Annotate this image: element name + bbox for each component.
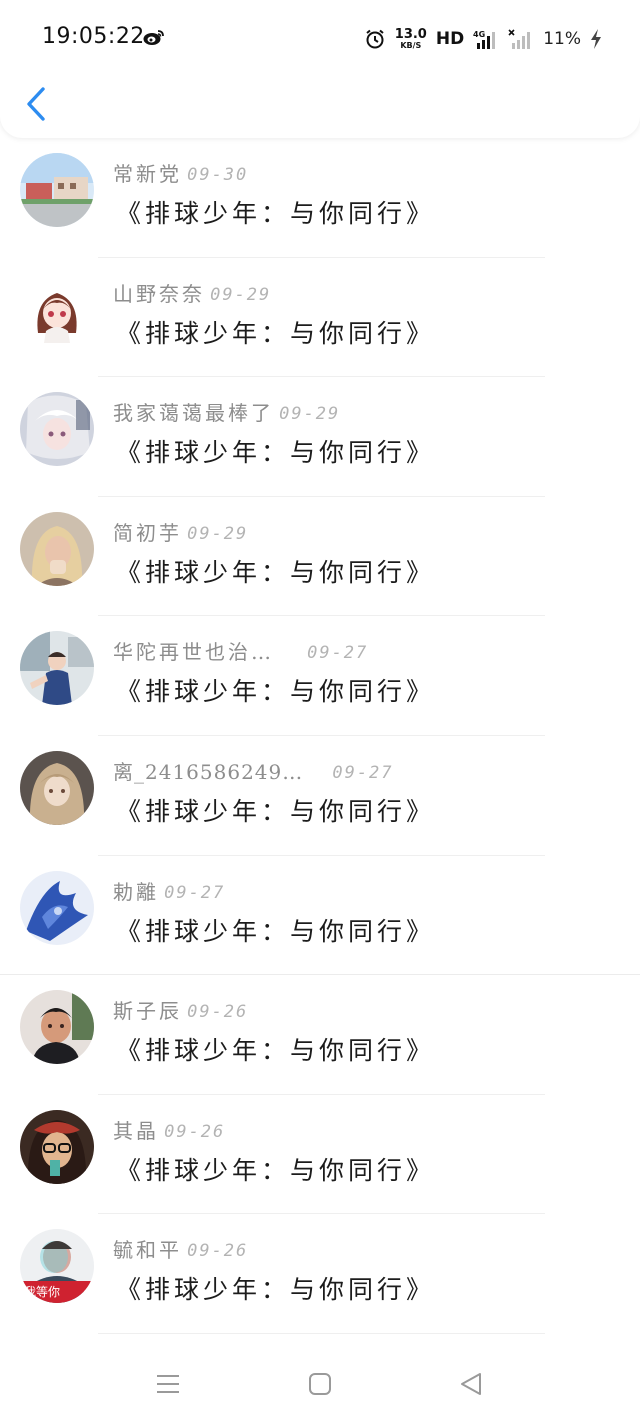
list-item[interactable]: 离_2416586249… 09-27 《排球少年：与你同行》 — [0, 736, 640, 856]
avatar[interactable] — [20, 153, 94, 227]
user-name[interactable]: 斯子辰 — [113, 995, 182, 1024]
avatar[interactable] — [20, 631, 94, 706]
item-meta: 简初芋 09-29 — [113, 517, 249, 546]
svg-text:4G: 4G — [473, 30, 485, 39]
menu-icon — [157, 1375, 179, 1393]
status-indicators: 13.0 KB/S HD 4G 11% — [364, 24, 602, 54]
home-button[interactable] — [304, 1368, 336, 1400]
item-title[interactable]: 《排球少年：与你同行》 — [116, 1270, 435, 1306]
back-button[interactable] — [18, 84, 54, 124]
item-meta: 我家蔼蔼最棒了 09-29 — [113, 397, 341, 426]
divider — [98, 1332, 545, 1334]
item-title[interactable]: 《排球少年：与你同行》 — [116, 792, 435, 828]
comment-list: 常新党 09-30 《排球少年：与你同行》 山野奈奈 09-29 《排球少年：与… — [0, 138, 640, 1334]
chevron-left-icon — [27, 87, 45, 121]
item-meta: 常新党 09-30 — [113, 158, 249, 187]
avatar[interactable] — [20, 1109, 94, 1184]
user-name[interactable]: 离_2416586249… — [113, 756, 303, 785]
signal-icon: 4G — [473, 28, 499, 50]
item-title[interactable]: 《排球少年：与你同行》 — [116, 1031, 435, 1067]
item-title[interactable]: 《排球少年：与你同行》 — [116, 672, 435, 708]
user-name[interactable]: 我家蔼蔼最棒了 — [113, 397, 274, 426]
post-date: 09-27 — [307, 643, 369, 664]
post-date: 09-27 — [332, 762, 394, 783]
item-title[interactable]: 《排球少年：与你同行》 — [116, 433, 435, 469]
hd-badge: HD — [435, 29, 465, 49]
weibo-icon — [143, 28, 165, 46]
alarm-icon — [364, 28, 386, 50]
avatar[interactable]: 我等你 — [20, 1229, 94, 1304]
post-date: 09-30 — [187, 165, 249, 185]
post-date: 09-27 — [164, 882, 226, 903]
net-speed-value: 13.0 — [394, 27, 427, 42]
item-meta: 华陀再世也治… 09-27 — [113, 636, 369, 665]
battery-level: 11% — [543, 29, 581, 49]
list-item[interactable]: 勅離 09-27 《排球少年：与你同行》 — [0, 856, 640, 976]
post-date: 09-29 — [187, 523, 249, 544]
avatar[interactable] — [20, 272, 94, 347]
avatar[interactable] — [20, 392, 94, 467]
menu-button[interactable] — [152, 1368, 184, 1400]
user-name[interactable]: 其晶 — [113, 1115, 159, 1144]
item-title[interactable]: 《排球少年：与你同行》 — [116, 553, 435, 589]
post-date: 09-29 — [210, 284, 272, 305]
item-title[interactable]: 《排球少年：与你同行》 — [116, 912, 435, 948]
net-speed-unit: KB/S — [400, 41, 422, 50]
post-date: 09-29 — [279, 404, 341, 425]
item-meta: 勅離 09-27 — [113, 876, 226, 905]
list-item[interactable]: 斯子辰 09-26 《排球少年：与你同行》 — [0, 975, 640, 1095]
home-square-icon — [309, 1373, 331, 1395]
user-name[interactable]: 毓和平 — [113, 1234, 182, 1263]
avatar-caption: 我等你 — [24, 1285, 61, 1300]
item-meta: 山野奈奈 09-29 — [113, 278, 272, 307]
avatar[interactable] — [20, 511, 94, 586]
list-item[interactable]: 简初芋 09-29 《排球少年：与你同行》 — [0, 497, 640, 617]
avatar[interactable] — [20, 990, 94, 1065]
user-name[interactable]: 华陀再世也治… — [113, 636, 274, 665]
user-name[interactable]: 常新党 — [113, 158, 182, 187]
item-meta: 毓和平 09-26 — [113, 1234, 249, 1263]
post-date: 09-26 — [164, 1121, 226, 1142]
avatar[interactable] — [20, 870, 94, 945]
system-back-button[interactable] — [455, 1368, 487, 1400]
item-title[interactable]: 《排球少年：与你同行》 — [116, 1151, 435, 1187]
user-name[interactable]: 勅離 — [113, 876, 159, 905]
item-meta: 其晶 09-26 — [113, 1115, 226, 1144]
top-header: 19:05:22 13.0 KB/S HD 4G 11% — [0, 0, 640, 138]
user-name[interactable]: 山野奈奈 — [113, 278, 205, 307]
list-item[interactable]: 我家蔼蔼最棒了 09-29 《排球少年：与你同行》 — [0, 377, 640, 497]
post-date: 09-26 — [187, 1241, 249, 1262]
user-name[interactable]: 简初芋 — [113, 517, 182, 546]
list-item[interactable]: 其晶 09-26 《排球少年：与你同行》 — [0, 1095, 640, 1215]
item-meta: 斯子辰 09-26 — [113, 995, 249, 1024]
list-item[interactable]: 山野奈奈 09-29 《排球少年：与你同行》 — [0, 258, 640, 378]
item-meta: 离_2416586249… 09-27 — [113, 756, 394, 785]
system-nav-bar — [0, 1346, 640, 1422]
bolt-icon — [590, 29, 602, 49]
status-bar: 19:05:22 13.0 KB/S HD 4G 11% — [0, 0, 640, 76]
status-time: 19:05:22 — [42, 24, 145, 49]
avatar[interactable] — [20, 750, 94, 825]
list-item[interactable]: 华陀再世也治… 09-27 《排球少年：与你同行》 — [0, 616, 640, 736]
item-title[interactable]: 《排球少年：与你同行》 — [116, 314, 435, 350]
back-triangle-icon — [461, 1373, 481, 1395]
post-date: 09-26 — [187, 1002, 249, 1023]
signal-icon-2 — [508, 28, 534, 50]
list-item[interactable]: 我等你 毓和平 09-26 《排球少年：与你同行》 — [0, 1214, 640, 1334]
item-title[interactable]: 《排球少年：与你同行》 — [116, 194, 435, 230]
list-item[interactable]: 常新党 09-30 《排球少年：与你同行》 — [0, 138, 640, 258]
net-speed: 13.0 KB/S — [395, 28, 427, 50]
